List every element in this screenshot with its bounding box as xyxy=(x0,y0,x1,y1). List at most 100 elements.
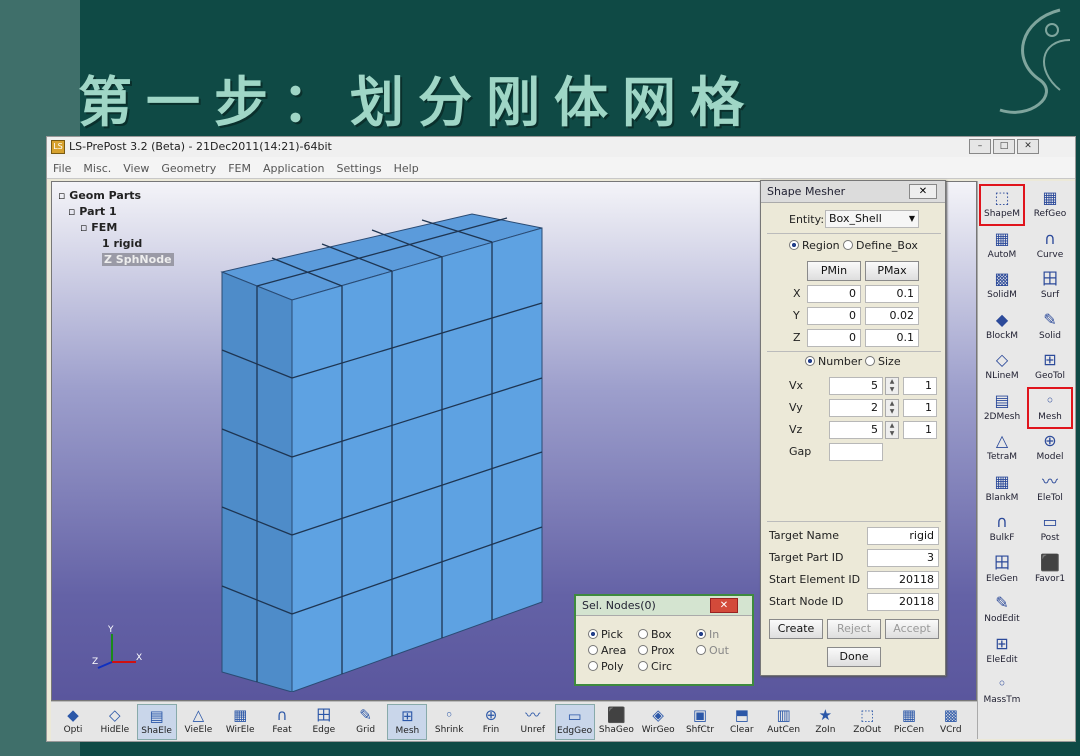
toolbar-edge-button[interactable]: 田 Edge xyxy=(304,704,344,740)
menu-fem[interactable]: FEM xyxy=(222,158,257,180)
reject-button[interactable]: Reject xyxy=(827,619,881,639)
toolbar-frin-button[interactable]: ⊕ Frin xyxy=(471,704,511,740)
toolbar-edggeo-button[interactable]: ▭ EdgGeo xyxy=(554,704,595,740)
size-radio[interactable]: Size xyxy=(865,355,901,368)
menu-misc[interactable]: Misc. xyxy=(77,158,117,180)
toolbar-shrink-button[interactable]: ◦ Shrink xyxy=(429,704,469,740)
toolbar-autcen-button[interactable]: ▥ AutCen xyxy=(764,704,804,740)
toolbar-grid-button[interactable]: ✎ Grid xyxy=(346,704,386,740)
vy-ratio-field[interactable]: 1 xyxy=(903,399,937,417)
tool-2dmesh-button[interactable]: ▤ 2DMesh xyxy=(980,388,1024,428)
tool-tetram-button[interactable]: △ TetraM xyxy=(980,428,1024,468)
tool-refgeo-button[interactable]: ▦ RefGeo xyxy=(1028,185,1072,225)
toolbar-zoout-button[interactable]: ⬚ ZoOut xyxy=(847,704,887,740)
tool-post-button[interactable]: ▭ Post xyxy=(1028,509,1072,549)
tool-nlinem-button[interactable]: ◇ NLineM xyxy=(980,347,1024,387)
tree-rigid[interactable]: 1 rigid xyxy=(58,236,174,252)
gap-field[interactable] xyxy=(829,443,883,461)
tool-autom-button[interactable]: ▦ AutoM xyxy=(980,226,1024,266)
close-button[interactable]: ✕ xyxy=(1017,139,1039,154)
close-icon[interactable]: ✕ xyxy=(909,184,937,199)
tool-curve-button[interactable]: ∩ Curve xyxy=(1028,226,1072,266)
toolbar-shageo-button[interactable]: ⬛ ShaGeo xyxy=(596,704,636,740)
tree-geom-parts[interactable]: ▫ Geom Parts xyxy=(58,188,174,204)
tool-blockm-button[interactable]: ◆ BlockM xyxy=(980,307,1024,347)
define-box-radio[interactable]: Define_Box xyxy=(843,239,918,252)
toolbar-unref-button[interactable]: 〰 Unref xyxy=(513,704,553,740)
vx-field[interactable]: 5 xyxy=(829,377,883,395)
y-max-field[interactable]: 0.02 xyxy=(865,307,919,325)
tool-model-button[interactable]: ⊕ Model xyxy=(1028,428,1072,468)
in-radio[interactable]: In xyxy=(696,628,719,641)
area-radio[interactable]: Area xyxy=(588,644,626,657)
vz-stepper[interactable]: ▲ ▼ xyxy=(885,421,899,439)
tool-bulkf-button[interactable]: ∩ BulkF xyxy=(980,509,1024,549)
tool-solidm-button[interactable]: ▩ SolidM xyxy=(980,266,1024,306)
poly-radio[interactable]: Poly xyxy=(588,660,624,673)
start-node-field[interactable]: 20118 xyxy=(867,593,939,611)
z-max-field[interactable]: 0.1 xyxy=(865,329,919,347)
tool-shapem-button[interactable]: ⬚ ShapeM xyxy=(979,184,1025,226)
pmax-button[interactable]: PMax xyxy=(865,261,919,281)
done-button[interactable]: Done xyxy=(827,647,881,667)
toolbar-zoin-button[interactable]: ★ ZoIn xyxy=(805,704,845,740)
toolbar-vieele-button[interactable]: △ VieEle xyxy=(178,704,218,740)
x-max-field[interactable]: 0.1 xyxy=(865,285,919,303)
tool-blankm-button[interactable]: ▦ BlankM xyxy=(980,469,1024,509)
toolbar-opti-button[interactable]: ◆ Opti xyxy=(53,704,93,740)
vy-field[interactable]: 2 xyxy=(829,399,883,417)
sel-nodes-close-icon[interactable]: ✕ xyxy=(710,598,738,613)
vz-ratio-field[interactable]: 1 xyxy=(903,421,937,439)
entity-select[interactable]: Box_Shell ▼ xyxy=(825,210,919,228)
x-min-field[interactable]: 0 xyxy=(807,285,861,303)
number-radio[interactable]: Number xyxy=(805,355,862,368)
toolbar-hidele-button[interactable]: ◇ HidEle xyxy=(95,704,135,740)
tree-part-1[interactable]: ▫ Part 1 xyxy=(58,204,174,220)
tool-favor1-button[interactable]: ⬛ Favor1 xyxy=(1028,550,1072,590)
toolbar-mesh-button[interactable]: ⊞ Mesh xyxy=(387,704,428,740)
menu-file[interactable]: File xyxy=(47,158,77,180)
region-radio[interactable]: Region xyxy=(789,239,840,252)
create-button[interactable]: Create xyxy=(769,619,823,639)
toolbar-feat-button[interactable]: ∩ Feat xyxy=(262,704,302,740)
tool-elegen-button[interactable]: 田 EleGen xyxy=(980,550,1024,590)
tool-geotol-button[interactable]: ⊞ GeoTol xyxy=(1028,347,1072,387)
pmin-button[interactable]: PMin xyxy=(807,261,861,281)
tool-surf-button[interactable]: 田 Surf xyxy=(1028,266,1072,306)
pick-radio[interactable]: Pick xyxy=(588,628,623,641)
tool-masstm-button[interactable]: ◦ MassTm xyxy=(980,671,1024,711)
tree-fem[interactable]: ▫ FEM xyxy=(58,220,174,236)
minimize-button[interactable]: – xyxy=(969,139,991,154)
tree-sphnode[interactable]: Z SphNode xyxy=(58,252,174,268)
menu-application[interactable]: Application xyxy=(257,158,330,180)
vx-stepper[interactable]: ▲ ▼ xyxy=(885,377,899,395)
vx-ratio-field[interactable]: 1 xyxy=(903,377,937,395)
toolbar-shfctr-button[interactable]: ▣ ShfCtr xyxy=(680,704,720,740)
y-min-field[interactable]: 0 xyxy=(807,307,861,325)
target-part-field[interactable]: 3 xyxy=(867,549,939,567)
target-name-field[interactable]: rigid xyxy=(867,527,939,545)
z-min-field[interactable]: 0 xyxy=(807,329,861,347)
menu-geometry[interactable]: Geometry xyxy=(155,158,222,180)
maximize-button[interactable]: □ xyxy=(993,139,1015,154)
tool-nodedit-button[interactable]: ✎ NodEdit xyxy=(980,590,1024,630)
toolbar-wirgeo-button[interactable]: ◈ WirGeo xyxy=(638,704,678,740)
vz-field[interactable]: 5 xyxy=(829,421,883,439)
start-element-field[interactable]: 20118 xyxy=(867,571,939,589)
tool-solid-button[interactable]: ✎ Solid xyxy=(1028,307,1072,347)
tool-mesh-button[interactable]: ◦ Mesh xyxy=(1027,386,1073,429)
circ-radio[interactable]: Circ xyxy=(638,660,672,673)
tool-eletol-button[interactable]: 〰 EleTol xyxy=(1028,469,1072,509)
menu-help[interactable]: Help xyxy=(388,158,425,180)
toolbar-piccen-button[interactable]: ▦ PicCen xyxy=(889,704,929,740)
out-radio[interactable]: Out xyxy=(696,644,729,657)
toolbar-clear-button[interactable]: ⬒ Clear xyxy=(722,704,762,740)
toolbar-wirele-button[interactable]: ▦ WirEle xyxy=(220,704,260,740)
toolbar-vcrd-button[interactable]: ▩ VCrd xyxy=(931,704,971,740)
accept-button[interactable]: Accept xyxy=(885,619,939,639)
prox-radio[interactable]: Prox xyxy=(638,644,675,657)
box-radio[interactable]: Box xyxy=(638,628,671,641)
menu-settings[interactable]: Settings xyxy=(330,158,387,180)
toolbar-shaele-button[interactable]: ▤ ShaEle xyxy=(136,704,177,740)
vy-stepper[interactable]: ▲ ▼ xyxy=(885,399,899,417)
